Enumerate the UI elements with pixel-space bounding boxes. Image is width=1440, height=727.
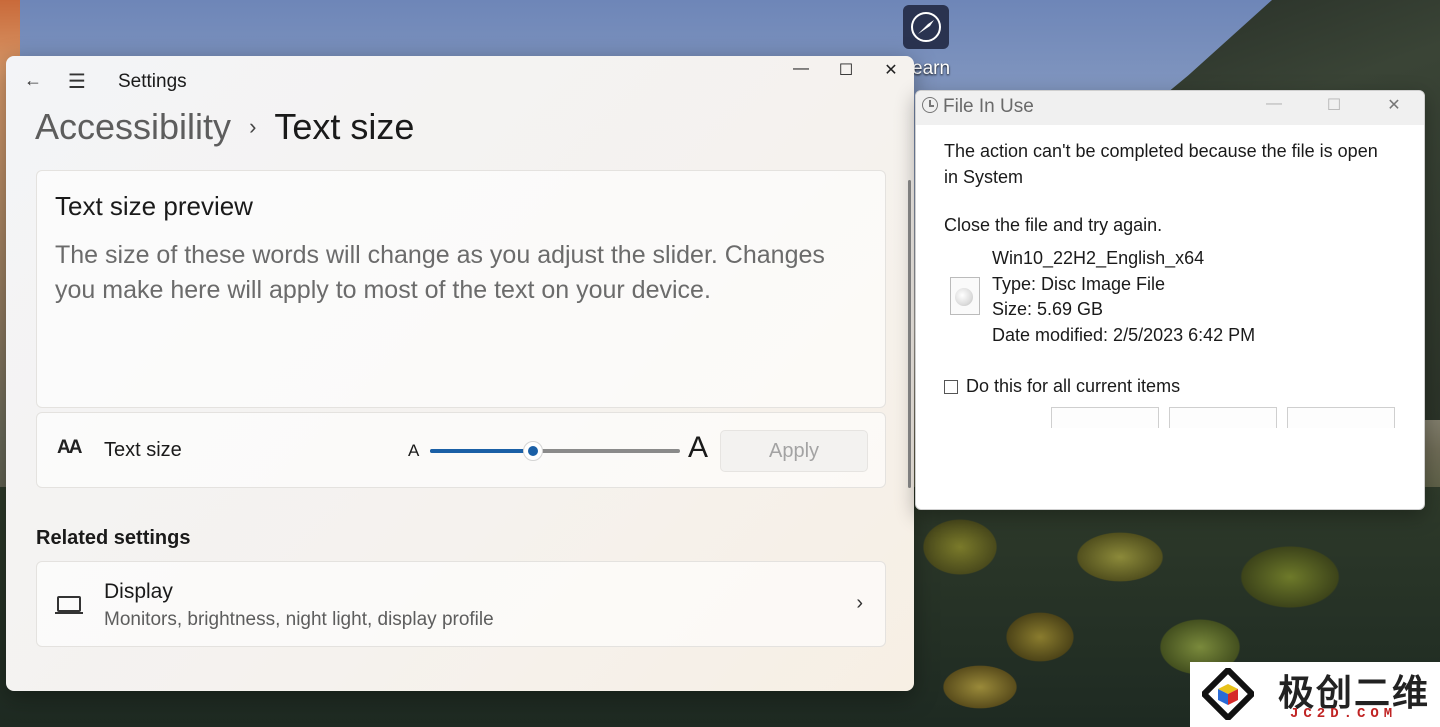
page-title: Text size (274, 106, 415, 147)
breadcrumb-separator-icon: › (249, 114, 257, 139)
minimize-button[interactable]: — (781, 60, 821, 78)
settings-window: ← ☰ Settings — ☐ ✕ Accessibility › Text … (6, 56, 914, 691)
disc-image-file-icon (950, 277, 980, 315)
desktop-shortcut-label[interactable]: earn (912, 58, 950, 80)
display-settings-link[interactable]: Display Monitors, brightness, night ligh… (36, 561, 886, 647)
dialog-close-button[interactable]: ✕ (1374, 95, 1414, 115)
breadcrumb-parent[interactable]: Accessibility (35, 106, 231, 148)
text-size-slider[interactable] (430, 441, 680, 461)
checkbox-label: Do this for all current items (966, 376, 1181, 396)
related-settings-heading: Related settings (36, 527, 191, 549)
dialog-instruction: Close the file and try again. (944, 215, 1163, 235)
desktop-shortcut-icon[interactable] (903, 5, 949, 49)
breadcrumb: Accessibility › Text size (35, 106, 414, 148)
cube-logo-icon (1202, 668, 1254, 720)
text-size-setting-row: AA Text size A A Apply (36, 412, 886, 488)
dialog-button-3[interactable] (1287, 407, 1395, 428)
app-title: Settings (118, 71, 187, 92)
file-size: Size: 5.69 GB (992, 299, 1104, 319)
dialog-title: File In Use (943, 96, 1034, 117)
file-modified: Date modified: 2/5/2023 6:42 PM (992, 324, 1256, 345)
text-size-icon: AA (57, 437, 82, 458)
file-type: Type: Disc Image File (992, 273, 1166, 294)
file-in-use-dialog: File In Use — ☐ ✕ The action can't be co… (915, 90, 1425, 510)
text-size-label: Text size (104, 439, 182, 461)
watermark: 极创二维 JC2D.COM (1190, 662, 1440, 727)
file-details: Win10_22H2_English_x64 Type: Disc Image … (992, 246, 1255, 348)
slider-small-a-label: A (408, 441, 420, 460)
apply-button[interactable]: Apply (720, 430, 868, 472)
preview-title: Text size preview (55, 191, 253, 221)
checkbox-box[interactable] (944, 379, 958, 394)
slider-fill (430, 449, 533, 453)
apply-to-all-checkbox[interactable]: Do this for all current items (944, 376, 1180, 397)
close-button[interactable]: ✕ (871, 60, 911, 80)
preview-text: The size of these words will change as y… (55, 241, 825, 304)
dialog-message: The action can't be completed because th… (944, 141, 1378, 187)
dialog-button-2[interactable] (1169, 407, 1277, 428)
compass-icon (911, 12, 941, 42)
dialog-maximize-button[interactable]: ☐ (1314, 95, 1354, 115)
maximize-button[interactable]: ☐ (826, 60, 866, 80)
dialog-button-1[interactable] (1051, 407, 1159, 428)
hamburger-menu-icon[interactable]: ☰ (68, 69, 86, 94)
slider-thumb[interactable] (522, 441, 543, 461)
text-size-preview-card: Text size preview The size of these word… (36, 170, 886, 408)
display-title: Display (104, 580, 173, 603)
watermark-domain: JC2D.COM (1290, 706, 1398, 722)
dialog-minimize-button[interactable]: — (1254, 95, 1294, 113)
file-name: Win10_22H2_English_x64 (992, 248, 1205, 268)
back-arrow-icon[interactable]: ← (24, 70, 42, 91)
slider-large-a-label: A (688, 431, 709, 464)
dialog-titlebar: File In Use — ☐ ✕ (916, 91, 1424, 125)
settings-titlebar: ← ☰ Settings — ☐ ✕ (6, 56, 914, 106)
laptop-icon (55, 596, 83, 614)
scrollbar[interactable] (908, 180, 911, 488)
chevron-right-icon: › (856, 592, 863, 614)
clock-icon (922, 97, 938, 113)
display-subtitle: Monitors, brightness, night light, displ… (104, 609, 494, 630)
